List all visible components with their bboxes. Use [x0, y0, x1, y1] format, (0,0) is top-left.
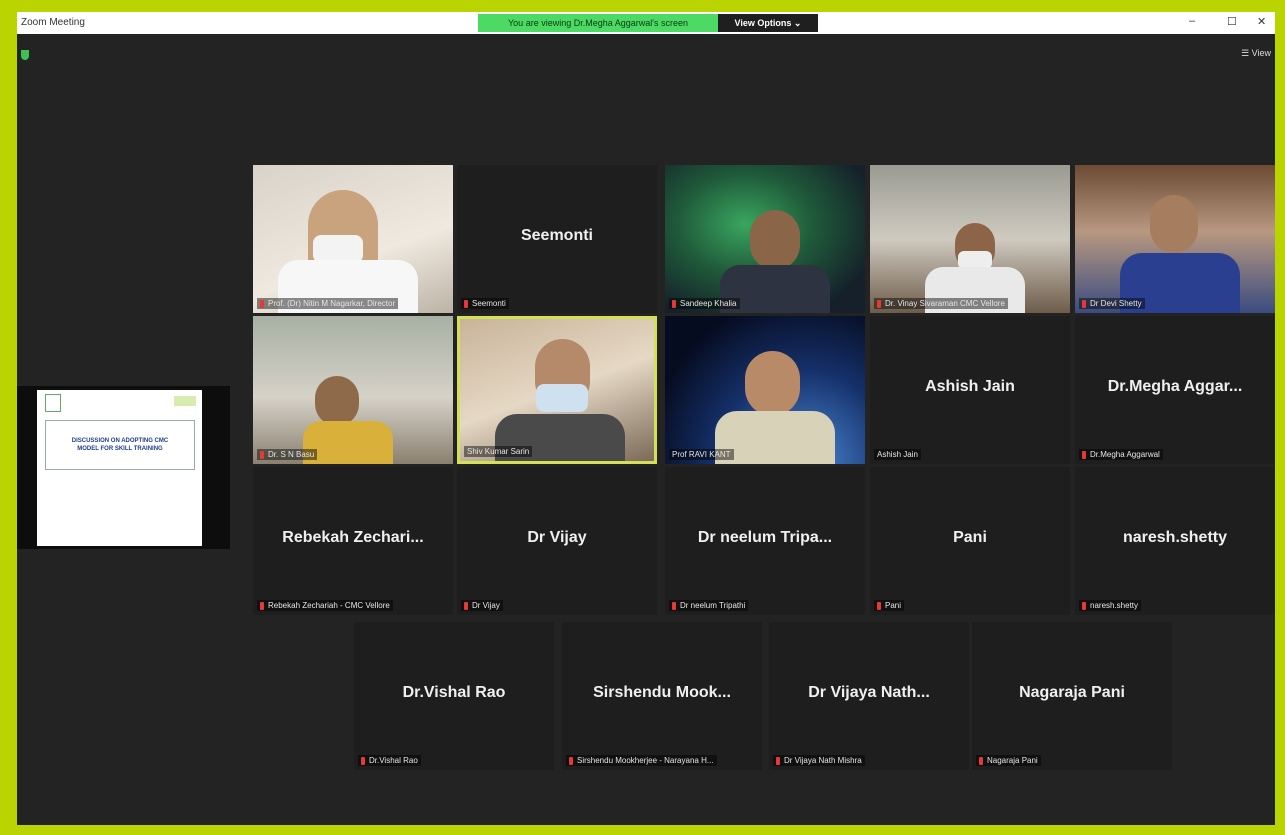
participant-tile[interactable]: Ashish Jain Ashish Jain — [870, 316, 1070, 464]
participant-tile[interactable]: Dr. Vinay Sivaraman CMC Vellore — [870, 165, 1070, 313]
participant-name-label: Pani — [874, 600, 905, 611]
participant-name-label: Dr Vijaya Nath Mishra — [773, 755, 865, 766]
participant-name-label: Sandeep Khalia — [669, 298, 740, 309]
participant-tile[interactable]: Dr neelum Tripa... Dr neelum Tripathi — [665, 467, 865, 615]
participant-name-label: Dr Vijay — [461, 600, 503, 611]
participant-display-name: naresh.shetty — [1122, 529, 1228, 546]
participant-display-name: Dr neelum Tripa... — [697, 529, 833, 546]
close-button[interactable]: ✕ — [1257, 15, 1266, 28]
participant-tile[interactable]: Dr Devi Shetty — [1075, 165, 1275, 313]
participant-face — [315, 376, 359, 426]
participant-tile[interactable]: Prof RAVI KANT — [665, 316, 865, 464]
participant-name-label: Prof. (Dr) Nitin M Nagarkar, Director — [257, 298, 399, 309]
window-title: Zoom Meeting — [21, 17, 85, 28]
participant-tile[interactable]: Dr Vijay Dr Vijay — [457, 467, 657, 615]
mic-muted-icon — [1082, 299, 1086, 308]
mic-muted-icon — [776, 756, 780, 765]
participant-face — [750, 210, 800, 270]
participant-tile[interactable]: Prof. (Dr) Nitin M Nagarkar, Director — [253, 165, 453, 313]
participant-name-label: Sirshendu Mookherjee - Narayana H... — [566, 755, 717, 766]
encryption-shield-icon[interactable] — [21, 50, 29, 60]
mic-muted-icon — [672, 299, 676, 308]
participant-tile[interactable]: Rebekah Zechari... Rebekah Zechariah - C… — [253, 467, 453, 615]
participant-name-label: Nagaraja Pani — [976, 755, 1041, 766]
participant-display-name: Rebekah Zechari... — [282, 529, 424, 546]
participant-tile[interactable]: Sirshendu Mook... Sirshendu Mookherjee -… — [562, 622, 762, 770]
mic-muted-icon — [569, 756, 573, 765]
mic-muted-icon — [464, 601, 468, 610]
participant-display-name: Sirshendu Mook... — [593, 684, 731, 701]
view-options-button[interactable]: View Options ⌄ — [718, 14, 818, 32]
participant-display-name: Seemonti — [520, 227, 593, 244]
maximize-button[interactable]: ☐ — [1227, 15, 1237, 28]
participant-tile[interactable]: Pani Pani — [870, 467, 1070, 615]
mic-muted-icon — [1082, 601, 1086, 610]
partner-logo-icon — [174, 396, 196, 406]
participant-tile[interactable]: Dr.Vishal Rao Dr.Vishal Rao — [354, 622, 554, 770]
mic-muted-icon — [672, 601, 676, 610]
institution-logo-icon — [45, 394, 61, 412]
mic-muted-icon — [361, 756, 365, 765]
participant-name-label: Dr neelum Tripathi — [669, 600, 749, 611]
active-speaker-tile[interactable]: Shiv Kumar Sarin — [457, 316, 657, 464]
participant-display-name: Pani — [953, 529, 987, 546]
screen-share-banner: You are viewing Dr.Megha Aggarwal's scre… — [478, 14, 718, 32]
participant-display-name: Dr.Vishal Rao — [402, 684, 506, 701]
minimize-button[interactable]: – — [1189, 15, 1195, 27]
participant-display-name: Dr Vijay — [527, 529, 587, 546]
participant-display-name: Dr.Megha Aggar... — [1107, 378, 1243, 395]
participant-name-label: Ashish Jain — [874, 449, 921, 460]
participant-name-label: Prof RAVI KANT — [669, 449, 734, 460]
shared-screen-thumbnail[interactable]: DISCUSSION ON ADOPTING CMC MODEL FOR SKI… — [17, 386, 230, 549]
participant-name-label: Rebekah Zechariah - CMC Vellore — [257, 600, 393, 611]
participant-name-label: Dr Devi Shetty — [1079, 298, 1145, 309]
participant-name-label: Dr.Megha Aggarwal — [1079, 449, 1163, 460]
participant-name-label: Dr.Vishal Rao — [358, 755, 421, 766]
mic-muted-icon — [464, 299, 468, 308]
mic-muted-icon — [877, 299, 881, 308]
participant-tile[interactable]: Dr. S N Basu — [253, 316, 453, 464]
slide-title-box: DISCUSSION ON ADOPTING CMC MODEL FOR SKI… — [45, 420, 195, 470]
shared-slide: DISCUSSION ON ADOPTING CMC MODEL FOR SKI… — [37, 390, 202, 546]
participant-tile[interactable]: Sandeep Khalia — [665, 165, 865, 313]
participant-name-label: Dr. S N Basu — [257, 449, 318, 460]
view-layout-button[interactable]: ☰ View — [1241, 48, 1271, 59]
participant-display-name: Nagaraja Pani — [1019, 684, 1125, 701]
participant-face — [745, 351, 800, 416]
face-mask — [536, 384, 588, 412]
participant-name-label: Shiv Kumar Sarin — [464, 446, 533, 457]
participant-name-label: naresh.shetty — [1079, 600, 1142, 611]
slide-title: DISCUSSION ON ADOPTING CMC MODEL FOR SKI… — [71, 438, 169, 452]
participant-tile[interactable]: naresh.shetty naresh.shetty — [1075, 467, 1275, 615]
participant-tile[interactable]: Dr Vijaya Nath... Dr Vijaya Nath Mishra — [769, 622, 969, 770]
participant-name-label: Dr. Vinay Sivaraman CMC Vellore — [874, 298, 1008, 309]
mic-muted-icon — [260, 601, 264, 610]
face-mask — [313, 235, 363, 263]
participant-tile[interactable]: Dr.Megha Aggar... Dr.Megha Aggarwal — [1075, 316, 1275, 464]
mic-muted-icon — [260, 299, 264, 308]
participant-tile[interactable]: Nagaraja Pani Nagaraja Pani — [972, 622, 1172, 770]
title-bar: Zoom Meeting You are viewing Dr.Megha Ag… — [17, 12, 1275, 34]
participant-name-label: Seemonti — [461, 298, 509, 309]
mic-muted-icon — [260, 450, 264, 459]
participant-tile[interactable]: Seemonti Seemonti — [457, 165, 657, 313]
participant-face — [1150, 195, 1198, 253]
mic-muted-icon — [877, 601, 881, 610]
participant-display-name: Dr Vijaya Nath... — [808, 684, 930, 701]
zoom-window: Zoom Meeting You are viewing Dr.Megha Ag… — [17, 12, 1275, 825]
mic-muted-icon — [1082, 450, 1086, 459]
participant-display-name: Ashish Jain — [925, 378, 1015, 395]
mic-muted-icon — [979, 756, 983, 765]
